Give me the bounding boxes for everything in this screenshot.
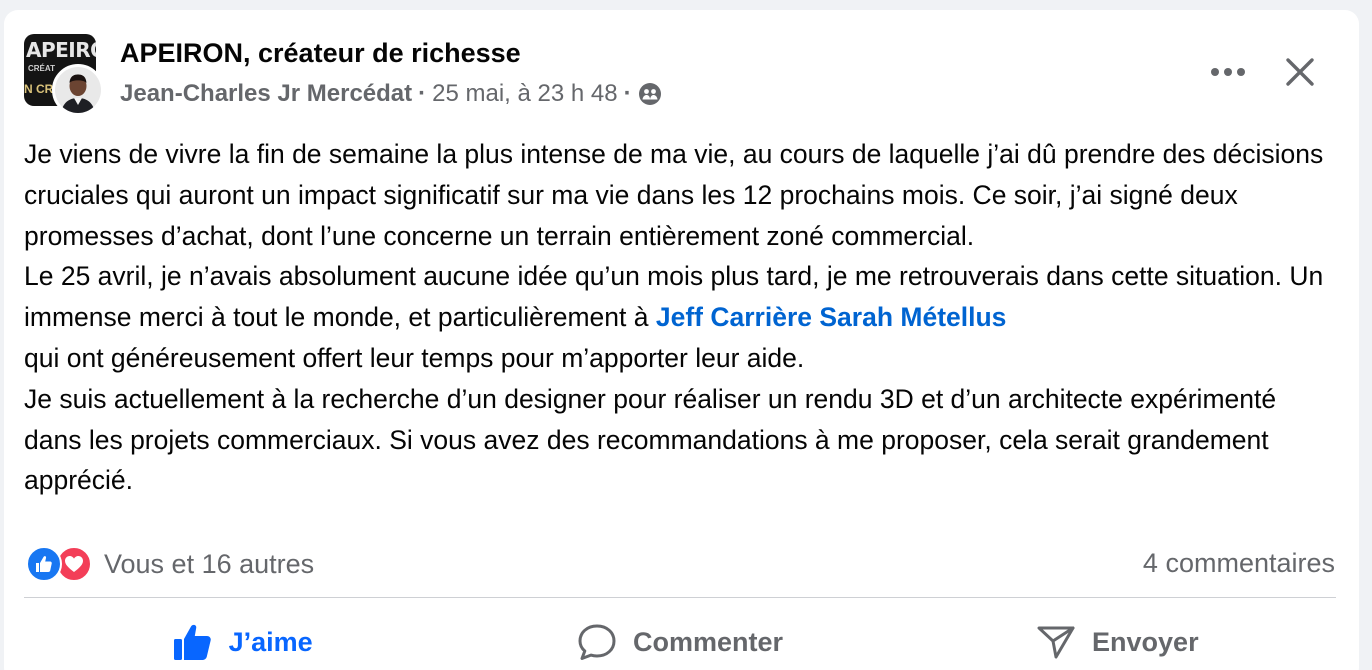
meta-separator-2: · <box>623 80 632 107</box>
comments-count[interactable]: 4 commentaires <box>1143 548 1335 579</box>
post-paragraph-2: Le 25 avril, je n’avais absolument aucun… <box>24 256 1324 378</box>
like-label: J’aime <box>228 626 313 657</box>
post-body: Je viens de vivre la fin de semaine la p… <box>24 134 1324 501</box>
close-icon <box>1286 58 1314 86</box>
divider <box>24 597 1336 598</box>
post-date[interactable]: 25 mai, à 23 h 48 <box>432 80 617 108</box>
close-button[interactable] <box>1276 50 1324 94</box>
friends-audience-icon[interactable] <box>638 82 662 106</box>
author-name[interactable]: Jean-Charles Jr Mercédat <box>120 80 412 108</box>
page-logo-text: APEIRO <box>26 38 96 62</box>
post-paragraph-2-end: qui ont généreusement offert leur temps … <box>24 342 805 373</box>
reactions-summary[interactable]: Vous et 16 autres <box>26 546 314 582</box>
send-icon <box>1037 626 1075 659</box>
like-reaction-icon <box>26 546 62 582</box>
like-button[interactable]: J’aime <box>24 614 461 670</box>
page-name[interactable]: APEIRON, créateur de richesse <box>120 38 521 69</box>
page-logo-subtext: CRÉAT <box>28 64 55 73</box>
author-avatar[interactable] <box>52 64 104 116</box>
send-label: Envoyer <box>1092 626 1199 657</box>
post-paragraph-1: Je viens de vivre la fin de semaine la p… <box>24 139 1324 251</box>
mention-jeff-carriere[interactable]: Jeff Carrière <box>656 302 812 332</box>
mention-sarah-metellus[interactable]: Sarah Métellus <box>819 302 1006 332</box>
reaction-count[interactable]: Vous et 16 autres <box>104 549 314 580</box>
post-meta: Jean-Charles Jr Mercédat · 25 mai, à 23 … <box>120 80 662 108</box>
comment-label: Commenter <box>632 626 783 657</box>
more-horizontal-icon <box>1211 68 1245 76</box>
post-avatars[interactable]: APEIRO CRÉAT N CRÉ <box>24 34 104 118</box>
send-button[interactable]: Envoyer <box>899 614 1336 670</box>
thumbs-up-icon <box>173 624 211 660</box>
comment-button[interactable]: Commenter <box>461 614 898 670</box>
comment-bubble-icon <box>578 624 616 660</box>
post-card: APEIRO CRÉAT N CRÉ APEIRON, créateur de … <box>4 10 1359 670</box>
meta-separator: · <box>418 80 427 107</box>
post-actions: J’aime Commenter Envoyer <box>24 614 1336 670</box>
more-options-button[interactable] <box>1204 54 1252 90</box>
post-paragraph-3: Je suis actuellement à la recherche d’un… <box>24 383 1277 496</box>
